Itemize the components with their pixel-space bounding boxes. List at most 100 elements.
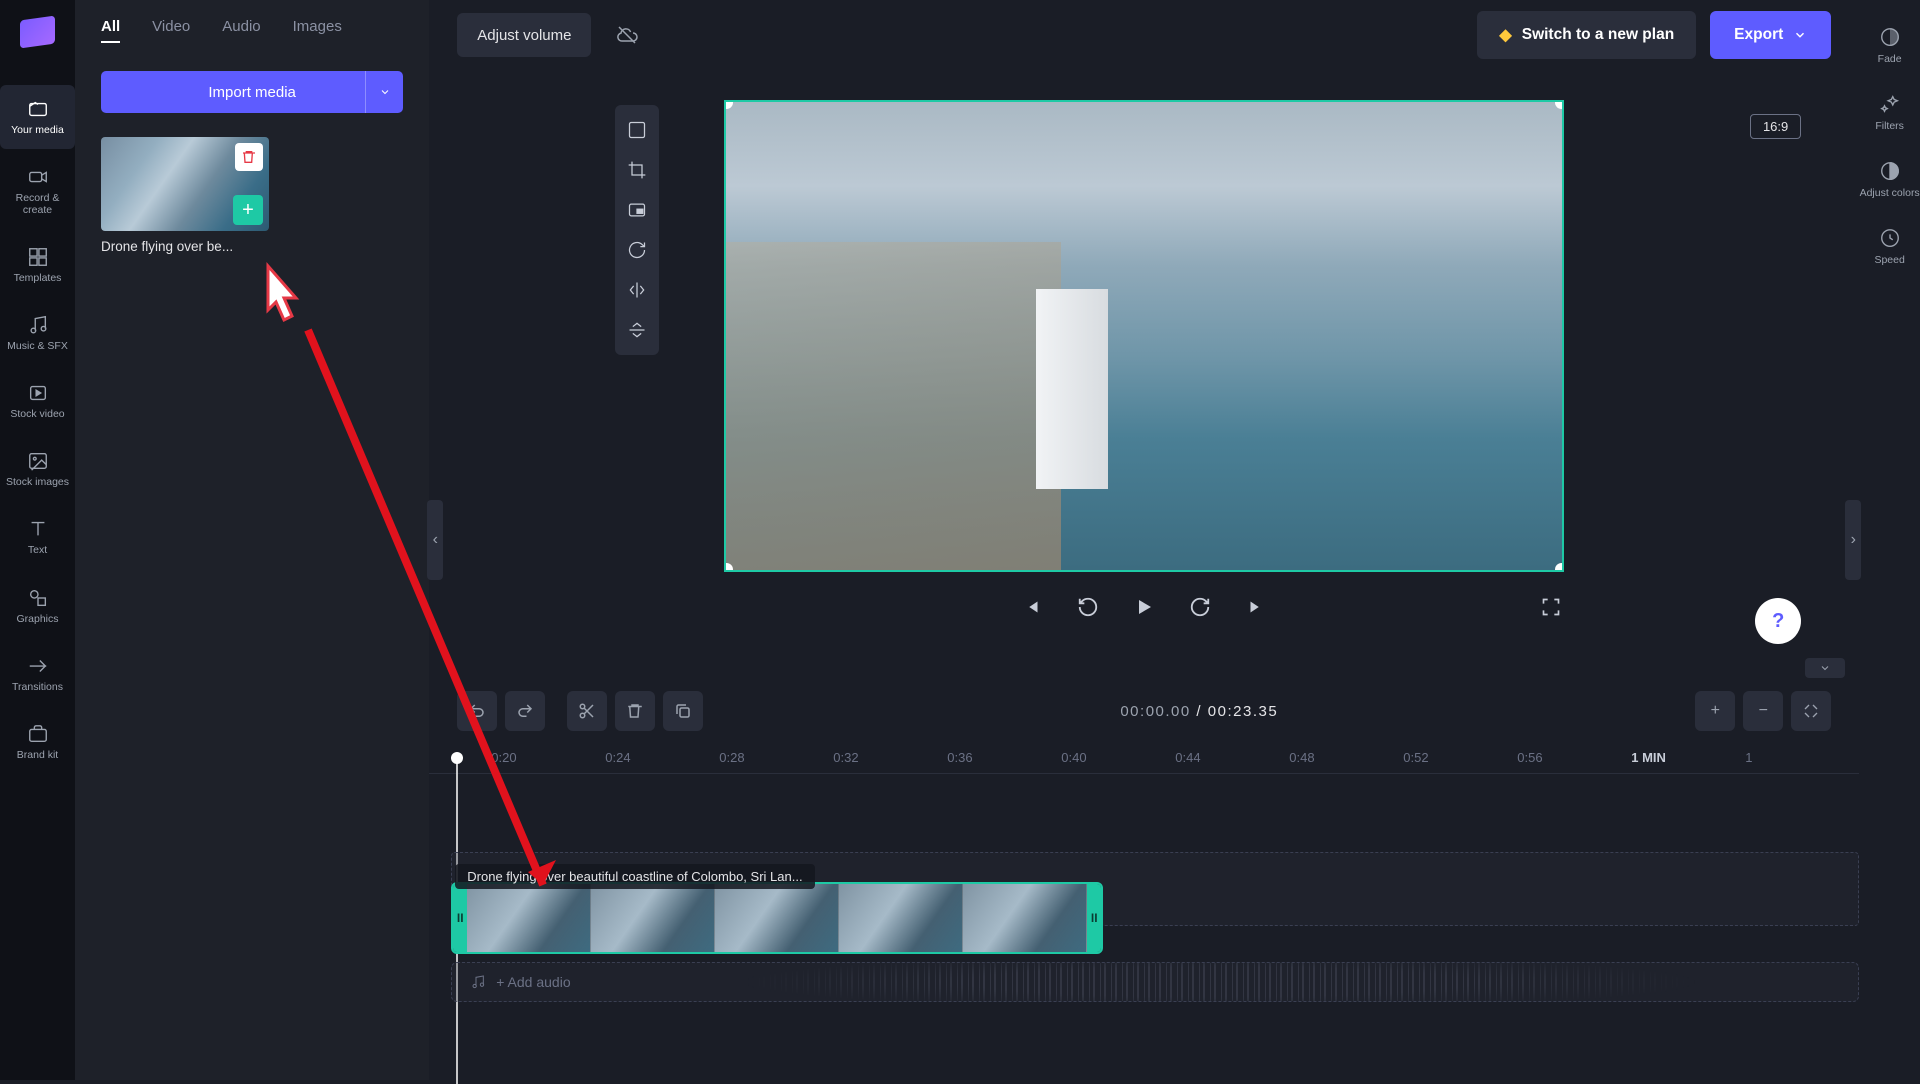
preview-canvas[interactable] xyxy=(724,100,1564,572)
tab-all[interactable]: All xyxy=(101,18,120,43)
duplicate-button[interactable] xyxy=(663,691,703,731)
mute-button[interactable] xyxy=(605,13,649,57)
export-label: Export xyxy=(1734,26,1783,44)
clip-trim-right[interactable]: II xyxy=(1087,884,1101,952)
ruler-tick: 0:52 xyxy=(1403,740,1517,773)
nav-music[interactable]: Music & SFX xyxy=(0,301,75,365)
nav-label: Transitions xyxy=(12,681,63,693)
nav-label: Graphics xyxy=(16,613,58,625)
skip-back-button[interactable] xyxy=(1019,594,1045,620)
flip-v-tool[interactable] xyxy=(626,319,648,341)
select-tool[interactable] xyxy=(626,119,648,141)
resize-handle[interactable] xyxy=(724,100,733,109)
media-item[interactable]: + Drone flying over be... xyxy=(101,137,269,254)
play-button[interactable] xyxy=(1131,594,1157,620)
nav-transitions[interactable]: Transitions xyxy=(0,642,75,706)
timeline-collapse[interactable] xyxy=(1805,658,1845,678)
music-icon xyxy=(27,314,49,336)
nav-label: Music & SFX xyxy=(7,340,68,352)
clip-trim-left[interactable]: II xyxy=(453,884,467,952)
ruler-tick: 0:56 xyxy=(1517,740,1631,773)
zoom-fit-button[interactable] xyxy=(1791,691,1831,731)
rewind-button[interactable] xyxy=(1075,594,1101,620)
resize-handle[interactable] xyxy=(1555,563,1564,572)
tab-images[interactable]: Images xyxy=(293,18,342,43)
import-label: Import media xyxy=(208,84,296,101)
text-icon xyxy=(27,518,49,540)
nav-graphics[interactable]: Graphics xyxy=(0,574,75,638)
ruler-tick: 0:24 xyxy=(605,740,719,773)
switch-plan-button[interactable]: ◆ Switch to a new plan xyxy=(1477,11,1696,59)
nav-stock-images[interactable]: Stock images xyxy=(0,437,75,501)
timeline-toolbar: 00:00.00 / 00:23.35 + − xyxy=(429,682,1859,740)
tab-video[interactable]: Video xyxy=(152,18,190,43)
undo-button[interactable] xyxy=(457,691,497,731)
adjust-colors-tool[interactable]: Adjust colors xyxy=(1860,160,1920,199)
timeline-tracks[interactable]: Drone flying over beautiful coastline of… xyxy=(429,774,1859,1080)
ruler-tick: 0:20 xyxy=(491,740,605,773)
playback-controls xyxy=(724,594,1564,620)
tab-audio[interactable]: Audio xyxy=(222,18,260,43)
ruler-tick: 1 xyxy=(1745,740,1859,773)
grid-icon xyxy=(27,246,49,268)
skip-forward-button[interactable] xyxy=(1243,594,1269,620)
import-dropdown[interactable] xyxy=(365,71,403,113)
ruler-tick: 0:48 xyxy=(1289,740,1403,773)
nav-rail: Your media Record & create Templates Mus… xyxy=(0,0,75,1080)
collapse-media-panel[interactable]: ‹ xyxy=(427,500,443,580)
zoom-in-button[interactable]: + xyxy=(1695,691,1735,731)
redo-button[interactable] xyxy=(505,691,545,731)
zoom-out-button[interactable]: − xyxy=(1743,691,1783,731)
top-bar: Adjust volume ◆ Switch to a new plan Exp… xyxy=(429,0,1859,70)
audio-track-placeholder[interactable]: + Add audio xyxy=(451,962,1859,1002)
adjust-volume-button[interactable]: Adjust volume xyxy=(457,13,591,57)
speed-tool[interactable]: Speed xyxy=(1874,227,1904,266)
video-clip[interactable]: II II xyxy=(451,882,1103,954)
resize-handle[interactable] xyxy=(724,563,733,572)
delete-media-button[interactable] xyxy=(235,143,263,171)
filters-tool[interactable]: Filters xyxy=(1875,93,1904,132)
nav-label: Brand kit xyxy=(17,749,58,761)
delete-button[interactable] xyxy=(615,691,655,731)
add-media-button[interactable]: + xyxy=(233,195,263,225)
media-thumbnail[interactable]: + xyxy=(101,137,269,231)
briefcase-icon xyxy=(27,723,49,745)
media-caption: Drone flying over be... xyxy=(101,239,269,254)
timeline-zoom: + − xyxy=(1695,691,1831,731)
nav-templates[interactable]: Templates xyxy=(0,233,75,297)
fade-icon xyxy=(1879,26,1901,48)
nav-label: Stock video xyxy=(10,408,64,420)
contrast-icon xyxy=(1879,160,1901,182)
resize-handle[interactable] xyxy=(1555,100,1564,109)
transitions-icon xyxy=(27,655,49,677)
nav-your-media[interactable]: Your media xyxy=(0,85,75,149)
crop-tool[interactable] xyxy=(626,159,648,181)
rotate-tool[interactable] xyxy=(626,239,648,261)
nav-text[interactable]: Text xyxy=(0,505,75,569)
preview-zone: 16:9 ? xyxy=(429,70,1859,658)
collapse-right-panel[interactable]: › xyxy=(1845,500,1861,580)
ruler-tick: 0:28 xyxy=(719,740,833,773)
help-button[interactable]: ? xyxy=(1755,598,1801,644)
wand-icon xyxy=(1879,93,1901,115)
import-media-button[interactable]: Import media xyxy=(101,71,403,113)
nav-brand-kit[interactable]: Brand kit xyxy=(0,710,75,774)
split-button[interactable] xyxy=(567,691,607,731)
flip-h-tool[interactable] xyxy=(626,279,648,301)
nav-record[interactable]: Record & create xyxy=(0,153,75,229)
fade-tool[interactable]: Fade xyxy=(1878,26,1902,65)
fullscreen-button[interactable] xyxy=(1538,594,1564,620)
clip-name-label: Drone flying over beautiful coastline of… xyxy=(455,864,814,889)
pip-tool[interactable] xyxy=(626,199,648,221)
right-rail: › Fade Filters Adjust colors Speed xyxy=(1859,0,1920,1080)
diamond-icon: ◆ xyxy=(1499,25,1511,45)
timeline-ruler[interactable]: 0:20 0:24 0:28 0:32 0:36 0:40 0:44 0:48 … xyxy=(429,740,1859,774)
forward-button[interactable] xyxy=(1187,594,1213,620)
aspect-ratio-badge[interactable]: 16:9 xyxy=(1750,114,1801,139)
nav-label: Your media xyxy=(11,124,64,136)
cloud-off-icon xyxy=(615,23,639,47)
nav-stock-video[interactable]: Stock video xyxy=(0,369,75,433)
export-button[interactable]: Export xyxy=(1710,11,1831,59)
add-audio-label: + Add audio xyxy=(496,974,570,990)
nav-label: Record & create xyxy=(0,192,75,216)
